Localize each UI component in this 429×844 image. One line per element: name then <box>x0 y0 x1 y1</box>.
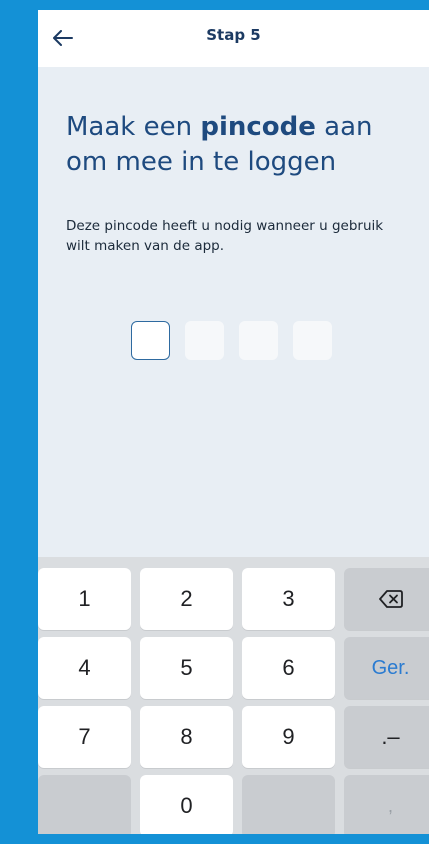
backspace-key[interactable] <box>344 568 429 630</box>
key-9[interactable]: 9 <box>242 706 335 768</box>
pin-digit-1[interactable] <box>131 321 170 360</box>
key-8[interactable]: 8 <box>140 706 233 768</box>
pin-digit-3[interactable] <box>239 321 278 360</box>
key-3[interactable]: 3 <box>242 568 335 630</box>
heading-text-1: Maak een <box>66 112 201 142</box>
empty-key-2 <box>242 775 335 834</box>
pincode-description: Deze pincode heeft u nodig wanneer u geb… <box>66 218 384 254</box>
heading-highlight: pincode <box>200 112 316 142</box>
page-title: Stap 5 <box>206 26 261 44</box>
back-button[interactable] <box>48 23 78 53</box>
empty-key <box>38 775 131 834</box>
key-5[interactable]: 5 <box>140 637 233 699</box>
key-2[interactable]: 2 <box>140 568 233 630</box>
pin-digit-4[interactable] <box>293 321 332 360</box>
comma-key[interactable]: , <box>344 775 429 834</box>
dot-dash-key[interactable]: .– <box>344 706 429 768</box>
key-1[interactable]: 1 <box>38 568 131 630</box>
app-screen: Stap 5 Maak een pincode aan om mee in te… <box>38 10 429 834</box>
key-6[interactable]: 6 <box>242 637 335 699</box>
pincode-heading: Maak een pincode aan om mee in te loggen <box>66 110 406 180</box>
backspace-icon <box>378 590 403 608</box>
numeric-keyboard: 1 2 3 4 5 6 Ger. 7 8 9 .– 0 , <box>38 557 429 834</box>
arrow-left-icon <box>53 30 73 46</box>
go-key[interactable]: Ger. <box>344 637 429 699</box>
key-7[interactable]: 7 <box>38 706 131 768</box>
pin-input[interactable] <box>131 321 332 361</box>
key-4[interactable]: 4 <box>38 637 131 699</box>
key-0[interactable]: 0 <box>140 775 233 834</box>
pin-digit-2[interactable] <box>185 321 224 360</box>
app-bar: Stap 5 <box>38 10 429 67</box>
